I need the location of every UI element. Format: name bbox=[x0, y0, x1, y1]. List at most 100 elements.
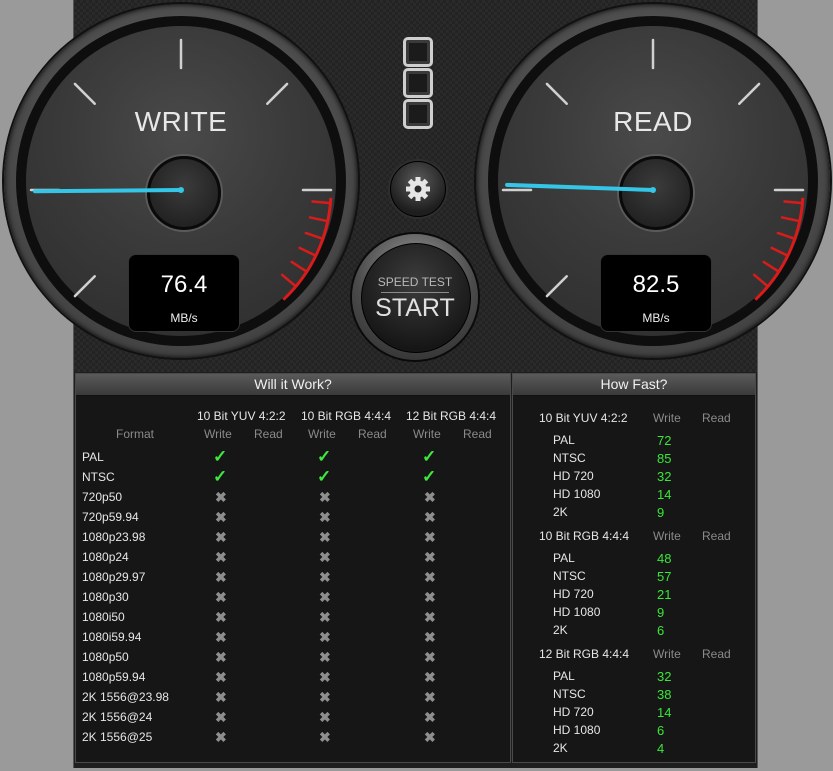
redline-arc bbox=[754, 197, 805, 301]
cross-icon: ✖ bbox=[424, 549, 436, 565]
resolution-label: PAL bbox=[553, 433, 575, 447]
format-label: NTSC bbox=[82, 470, 115, 484]
start-divider bbox=[381, 292, 449, 293]
check-icon: ✓ bbox=[422, 467, 437, 486]
will-it-work-title: Will it Work? bbox=[76, 374, 510, 396]
cross-icon: ✖ bbox=[424, 649, 436, 665]
cross-icon: ✖ bbox=[215, 509, 227, 525]
format-label: 1080p24 bbox=[82, 550, 129, 564]
redline-arc bbox=[282, 197, 333, 301]
resolution-label: 2K bbox=[553, 505, 568, 519]
cross-icon: ✖ bbox=[319, 609, 331, 625]
fps-value: 6 bbox=[657, 623, 665, 638]
cross-icon: ✖ bbox=[424, 629, 436, 645]
redline-tick bbox=[298, 246, 318, 258]
redline-tick bbox=[311, 200, 332, 205]
format-label: 720p50 bbox=[82, 490, 123, 504]
check-icon: ✓ bbox=[317, 467, 332, 486]
cross-icon: ✖ bbox=[319, 709, 331, 725]
cross-icon: ✖ bbox=[215, 629, 227, 645]
cross-icon: ✖ bbox=[424, 529, 436, 545]
cross-icon: ✖ bbox=[215, 549, 227, 565]
cross-icon: ✖ bbox=[319, 589, 331, 605]
fps-value: 32 bbox=[657, 469, 672, 484]
redline-tick bbox=[304, 231, 325, 241]
cross-icon: ✖ bbox=[424, 489, 436, 505]
read-column-header: Read bbox=[702, 411, 731, 425]
cross-icon: ✖ bbox=[319, 509, 331, 525]
write-column-header: Write bbox=[653, 411, 681, 425]
cross-icon: ✖ bbox=[319, 529, 331, 545]
check-icon: ✓ bbox=[317, 447, 332, 466]
fps-value: 48 bbox=[657, 551, 672, 566]
write-column-header: Write bbox=[308, 427, 336, 441]
format-group-header: 10 Bit RGB 4:4:4 bbox=[301, 409, 392, 423]
cross-icon: ✖ bbox=[215, 529, 227, 545]
cross-icon: ✖ bbox=[424, 689, 436, 705]
gauge-tick bbox=[545, 82, 568, 105]
window-square-button[interactable] bbox=[403, 99, 433, 129]
redline-tick bbox=[770, 246, 790, 258]
cross-icon: ✖ bbox=[319, 689, 331, 705]
fps-value: 72 bbox=[657, 433, 672, 448]
cross-icon: ✖ bbox=[424, 509, 436, 525]
gauge-marks bbox=[501, 38, 805, 301]
resolution-label: HD 1080 bbox=[553, 723, 601, 737]
resolution-label: NTSC bbox=[553, 451, 586, 465]
how-fast-panel: How Fast? 10 Bit YUV 4:2:2 Write Read PAL 72… bbox=[512, 373, 756, 763]
section-header: 10 Bit RGB 4:4:4 bbox=[539, 529, 630, 543]
resolution-label: PAL bbox=[553, 669, 575, 683]
how-fast-title: How Fast? bbox=[513, 374, 755, 396]
fps-value: 4 bbox=[657, 741, 665, 756]
resolution-label: 2K bbox=[553, 741, 568, 755]
fps-value: 38 bbox=[657, 687, 672, 702]
cross-icon: ✖ bbox=[215, 729, 227, 745]
read-column-header: Read bbox=[358, 427, 387, 441]
will-it-work-panel: Will it Work? Format 10 Bit YUV 4:2:2 Writ… bbox=[75, 373, 511, 763]
read-column-header: Read bbox=[702, 647, 731, 661]
start-button[interactable]: SPEED TEST START bbox=[352, 234, 478, 360]
write-column-header: Write bbox=[653, 529, 681, 543]
section-header: 12 Bit RGB 4:4:4 bbox=[539, 647, 630, 661]
fps-value: 32 bbox=[657, 669, 672, 684]
gauge-tick bbox=[738, 82, 761, 105]
cross-icon: ✖ bbox=[424, 709, 436, 725]
read-column-header: Read bbox=[254, 427, 283, 441]
window-square-button[interactable] bbox=[403, 37, 433, 67]
format-label: 2K 1556@24 bbox=[82, 710, 153, 724]
settings-button[interactable] bbox=[390, 161, 446, 217]
check-icon: ✓ bbox=[422, 447, 437, 466]
start-label: START bbox=[375, 294, 455, 322]
cross-icon: ✖ bbox=[319, 569, 331, 585]
cross-icon: ✖ bbox=[215, 609, 227, 625]
fps-value: 14 bbox=[657, 487, 672, 502]
fps-value: 21 bbox=[657, 587, 672, 602]
write-gauge: WRITE 76.4 MB/s bbox=[4, 4, 358, 358]
write-column-header: Write bbox=[413, 427, 441, 441]
resolution-label: HD 720 bbox=[553, 705, 594, 719]
format-label: 1080p30 bbox=[82, 590, 129, 604]
resolution-label: HD 1080 bbox=[553, 605, 601, 619]
fps-value: 9 bbox=[657, 605, 665, 620]
window-square-button[interactable] bbox=[403, 68, 433, 98]
cross-icon: ✖ bbox=[215, 569, 227, 585]
format-label: 2K 1556@25 bbox=[82, 730, 153, 744]
format-label: 1080i59.94 bbox=[82, 630, 142, 644]
cross-icon: ✖ bbox=[319, 629, 331, 645]
gauge-tick bbox=[266, 82, 289, 105]
read-column-header: Read bbox=[463, 427, 492, 441]
speed-test-label: SPEED TEST bbox=[377, 275, 453, 289]
redline-tick bbox=[780, 216, 801, 223]
write-column-header: Write bbox=[204, 427, 232, 441]
cross-icon: ✖ bbox=[215, 689, 227, 705]
resolution-label: 2K bbox=[553, 623, 568, 637]
cross-icon: ✖ bbox=[319, 489, 331, 505]
redline-tick bbox=[776, 231, 797, 241]
redline-tick bbox=[290, 260, 309, 273]
needle-tip bbox=[650, 187, 656, 193]
section-header: 10 Bit YUV 4:2:2 bbox=[539, 411, 628, 425]
redline-tick bbox=[308, 216, 329, 223]
cross-icon: ✖ bbox=[215, 649, 227, 665]
cross-icon: ✖ bbox=[319, 649, 331, 665]
redline-tick bbox=[783, 200, 804, 205]
